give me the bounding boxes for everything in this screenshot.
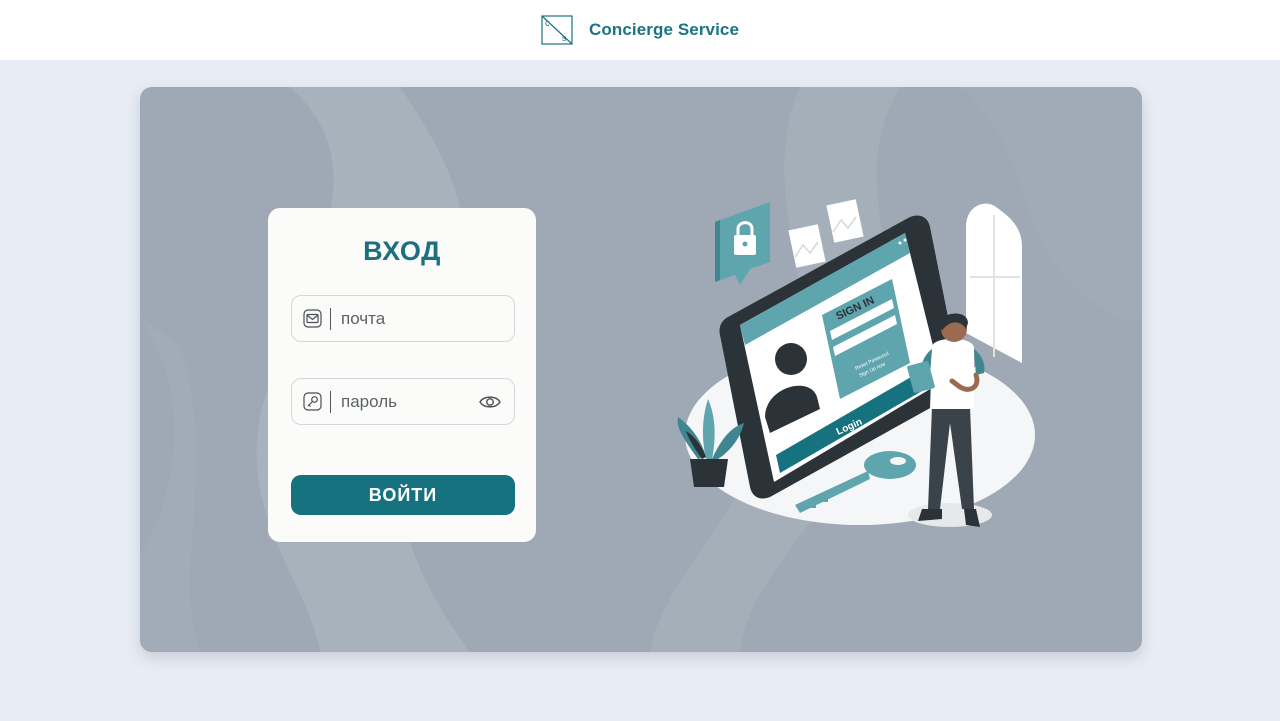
email-input[interactable] bbox=[341, 308, 471, 329]
field-divider bbox=[330, 307, 331, 330]
login-title: ВХОД bbox=[363, 236, 441, 266]
sign-in-illustration: SIGN IN Reset Password Sign Up now Login bbox=[677, 199, 1035, 527]
picture-frame-2 bbox=[826, 199, 864, 243]
logo-letter-c: c bbox=[545, 18, 550, 28]
password-input[interactable] bbox=[341, 391, 471, 412]
login-card: ВХОД почта ВОЙТИ bbox=[268, 208, 536, 542]
lock-icon bbox=[715, 202, 770, 285]
field-divider bbox=[330, 390, 331, 413]
mail-icon bbox=[303, 309, 322, 328]
login-button[interactable]: ВОЙТИ bbox=[291, 475, 515, 515]
top-bar: c s Concierge Service bbox=[0, 0, 1280, 60]
key-icon bbox=[303, 392, 322, 411]
picture-frame-1 bbox=[788, 224, 826, 268]
password-field[interactable] bbox=[291, 378, 515, 425]
eye-icon[interactable] bbox=[478, 391, 502, 413]
login-panel: ВХОД почта ВОЙТИ SIGN IN Reset Password … bbox=[140, 87, 1142, 652]
email-field[interactable] bbox=[291, 295, 515, 342]
cs-logo-icon[interactable]: c s bbox=[541, 15, 573, 45]
brand-name[interactable]: Concierge Service bbox=[589, 20, 739, 40]
logo-letter-s: s bbox=[562, 33, 567, 43]
